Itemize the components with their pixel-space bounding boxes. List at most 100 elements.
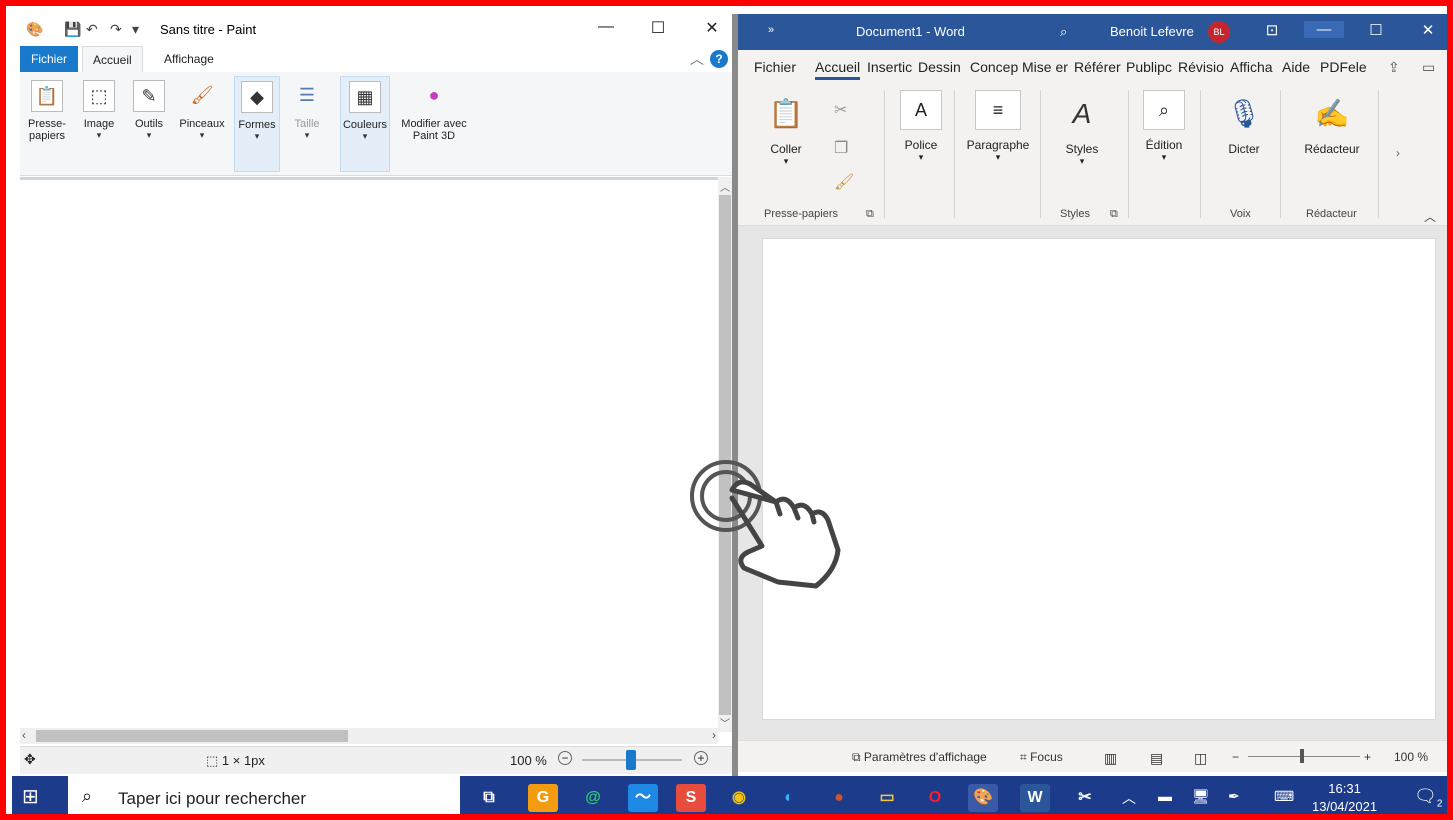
format-painter-icon[interactable]: 🖌 — [834, 172, 854, 192]
whiteboard-app-icon[interactable]: 〜 — [628, 784, 658, 812]
chevron-up-icon[interactable]: ︿ — [1122, 788, 1136, 808]
tab-draw[interactable]: Dessin — [918, 59, 961, 75]
paint-canvas[interactable] — [20, 177, 732, 729]
zoom-slider[interactable] — [1248, 756, 1360, 757]
group-shapes[interactable]: ◆ Formes ▾ — [234, 76, 280, 172]
print-layout-icon[interactable]: ▤ — [1150, 750, 1163, 767]
redo-icon[interactable]: ↷ — [110, 21, 122, 38]
app-icon-s[interactable]: S — [676, 784, 706, 812]
tab-layout[interactable]: Mise er — [1022, 59, 1068, 75]
dialog-launcher-icon[interactable]: ⧉ — [866, 208, 874, 221]
undo-icon[interactable]: ↶ — [86, 21, 98, 38]
file-explorer-icon[interactable]: ▭ — [872, 784, 902, 812]
font-button[interactable]: A Police ▾ — [894, 90, 948, 163]
group-tools[interactable]: ✎ Outils ▾ — [124, 76, 174, 172]
task-view-icon[interactable]: ⧉ — [474, 784, 504, 812]
display-settings-button[interactable]: ⧉ Paramètres d'affichage — [852, 750, 987, 765]
zoom-slider-handle[interactable] — [626, 750, 636, 770]
scrollbar-thumb[interactable] — [36, 730, 348, 742]
copy-icon[interactable]: ❐ — [834, 138, 848, 158]
tab-view[interactable]: Affichage — [154, 46, 224, 72]
start-button[interactable]: ⊞ — [22, 786, 44, 808]
clock[interactable]: 16:31 13/04/2021 — [1312, 780, 1377, 814]
zoom-out-icon[interactable]: − — [1232, 750, 1239, 764]
taskbar-search[interactable]: ⌕ Taper ici pour rechercher — [68, 776, 460, 814]
editor-button[interactable]: ✍ Rédacteur — [1290, 94, 1374, 156]
collapse-ribbon-icon[interactable]: ︿ — [1424, 208, 1436, 225]
minimize-icon[interactable]: — — [1304, 21, 1344, 38]
battery-icon[interactable]: ▬ — [1158, 788, 1172, 804]
notification-center-icon[interactable]: 🗨2 — [1414, 786, 1442, 810]
save-icon[interactable]: 💾 — [64, 21, 81, 38]
tab-home[interactable]: Accueil — [815, 59, 861, 80]
maximize-icon[interactable]: ☐ — [638, 18, 678, 38]
tab-mailings[interactable]: Publipc — [1126, 59, 1172, 75]
zoom-out-icon[interactable]: − — [558, 751, 572, 765]
group-brushes[interactable]: 🖌 Pinceaux ▾ — [174, 76, 230, 172]
zoom-slider-handle[interactable] — [1300, 749, 1304, 763]
tab-insert[interactable]: Insertic — [867, 59, 912, 75]
horizontal-scrollbar[interactable]: ‹ › — [20, 728, 718, 744]
read-mode-icon[interactable]: ▥ — [1104, 750, 1117, 767]
app-icon-g[interactable]: G — [528, 784, 558, 812]
tab-file[interactable]: Fichier — [754, 59, 796, 75]
close-icon[interactable]: ✕ — [1408, 21, 1447, 39]
tab-help[interactable]: Aide — [1282, 59, 1310, 75]
tab-review[interactable]: Révisio — [1178, 59, 1224, 75]
focus-button[interactable]: ⌗ Focus — [1020, 750, 1063, 765]
paint-app-icon[interactable]: 🎨 — [26, 21, 43, 38]
email-app-icon[interactable]: @ — [578, 784, 608, 812]
styles-button[interactable]: A Styles ▾ — [1052, 94, 1112, 167]
close-icon[interactable]: ✕ — [692, 18, 732, 38]
paint-taskbar-icon[interactable]: 🎨 — [968, 784, 998, 812]
document-page[interactable] — [762, 238, 1436, 720]
collapse-ribbon-icon[interactable]: ︿ — [690, 49, 704, 69]
edge-icon[interactable]: ◐ — [774, 784, 804, 812]
zoom-in-icon[interactable]: + — [694, 751, 708, 765]
cut-icon[interactable]: ✂ — [834, 100, 847, 120]
avatar[interactable]: BL — [1208, 21, 1230, 43]
opera-icon[interactable]: O — [920, 784, 950, 812]
paste-button[interactable]: 📋 Coller ▾ — [756, 94, 816, 167]
powerpoint-icon[interactable]: ● — [824, 784, 854, 812]
zoom-level[interactable]: 100 % — [1394, 750, 1428, 764]
qat-expand-icon[interactable]: » — [768, 24, 774, 36]
zoom-in-icon[interactable]: + — [1364, 750, 1371, 764]
paragraph-button[interactable]: ≡ Paragraphe ▾ — [960, 90, 1036, 163]
comments-icon[interactable]: ▭ — [1422, 59, 1435, 76]
help-icon[interactable]: ? — [710, 50, 728, 68]
network-icon[interactable]: 🖥 — [1192, 788, 1210, 805]
scroll-up-icon[interactable]: ︿ — [720, 179, 730, 194]
chrome-icon[interactable]: ◉ — [724, 784, 754, 812]
tab-home[interactable]: Accueil — [82, 46, 143, 72]
search-icon[interactable]: ⌕ — [1060, 24, 1067, 40]
tab-file[interactable]: Fichier — [20, 46, 78, 72]
group-clipboard[interactable]: 📋 Presse-papiers — [22, 76, 72, 172]
maximize-icon[interactable]: ☐ — [1356, 21, 1396, 39]
word-taskbar-icon[interactable]: W — [1020, 784, 1050, 812]
group-size[interactable]: ☰ Taille ▾ — [284, 76, 330, 172]
scroll-down-icon[interactable]: ﹀ — [720, 715, 730, 730]
tab-pdfelement[interactable]: PDFele — [1320, 59, 1367, 75]
share-icon[interactable]: ⇪ — [1388, 59, 1400, 76]
pen-icon[interactable]: ✒ — [1228, 788, 1240, 805]
user-name[interactable]: Benoit Lefevre — [1110, 24, 1194, 39]
tab-view[interactable]: Afficha — [1230, 59, 1273, 75]
scroll-right-icon[interactable]: › — [712, 728, 716, 742]
dialog-launcher-icon[interactable]: ⧉ — [1110, 208, 1118, 221]
web-layout-icon[interactable]: ◫ — [1194, 750, 1207, 767]
editing-button[interactable]: ⌕ Édition ▾ — [1136, 90, 1192, 163]
customize-icon[interactable]: ▾ — [132, 21, 139, 38]
dictate-button[interactable]: 🎙 Dicter — [1212, 94, 1276, 156]
scroll-left-icon[interactable]: ‹ — [22, 728, 26, 742]
group-image[interactable]: ⬚ Image ▾ — [76, 76, 122, 172]
minimize-icon[interactable]: — — [586, 18, 626, 36]
tab-design[interactable]: Concep — [970, 59, 1018, 75]
ribbon-scroll-right-icon[interactable]: › — [1396, 146, 1400, 160]
group-paint3d[interactable]: ● Modifier avec Paint 3D — [394, 76, 474, 172]
snipping-tool-icon[interactable]: ✂ — [1070, 784, 1100, 812]
ribbon-display-icon[interactable]: ⊡ — [1252, 21, 1292, 39]
keyboard-icon[interactable]: ⌨ — [1274, 788, 1294, 805]
group-colors[interactable]: ▦ Couleurs ▾ — [340, 76, 390, 172]
tab-references[interactable]: Référer — [1074, 59, 1121, 75]
